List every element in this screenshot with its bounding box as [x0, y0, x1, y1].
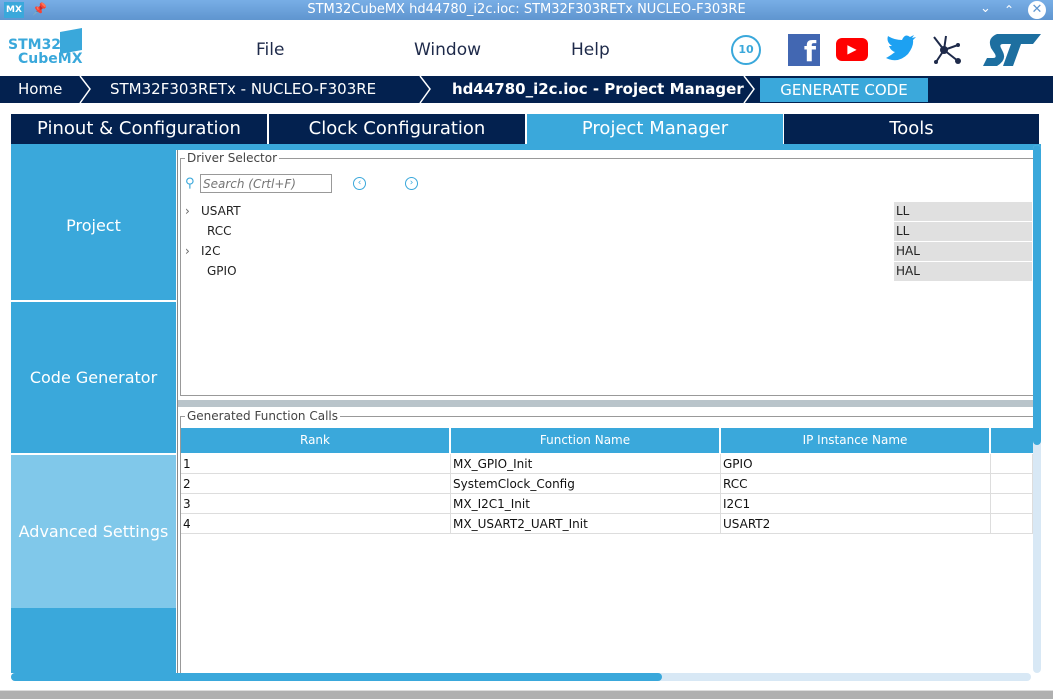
column-header-instance[interactable]: IP Instance Name [721, 428, 991, 453]
breadcrumb-project[interactable]: hd44780_i2c.ioc - Project Manager [452, 76, 744, 103]
table-cell: 3 [181, 494, 451, 514]
table-cell: MX_GPIO_Init [451, 454, 721, 474]
tab-clock[interactable]: Clock Configuration [269, 114, 526, 144]
table-cell: SystemClock_Config [451, 474, 721, 494]
menu-file[interactable]: File [256, 40, 284, 60]
table-cell: MX_I2C1_Init [451, 494, 721, 514]
next-icon[interactable]: › [405, 177, 418, 190]
anniversary-badge-icon[interactable]: 10 [731, 35, 761, 65]
generate-code-button[interactable]: GENERATE CODE [760, 78, 928, 102]
table-cell: USART2 [721, 514, 991, 534]
tab-pinout[interactable]: Pinout & Configuration [11, 114, 268, 144]
table-cell: I2C1 [721, 494, 991, 514]
table-cell: MX_USART2_UART_Init [451, 514, 721, 534]
sidebar-item-advanced-settings[interactable]: Advanced Settings [11, 455, 176, 608]
table-cell-empty [991, 454, 1033, 474]
table-cell-empty [991, 474, 1033, 494]
window-title: STM32CubeMX hd44780_i2c.ioc: STM32F303RE… [307, 2, 746, 17]
table-cell-empty [991, 514, 1033, 534]
sidebar-item-project[interactable]: Project [11, 150, 176, 300]
logo-line2: CubeMX [18, 51, 83, 67]
column-header-function[interactable]: Function Name [451, 428, 721, 453]
search-input[interactable] [200, 174, 332, 193]
search-icon: ⚲ [185, 176, 195, 191]
title-bar: STM32CubeMX hd44780_i2c.ioc: STM32F303RE… [0, 0, 1053, 20]
chevron-right-icon [743, 76, 755, 103]
table-cell: RCC [721, 474, 991, 494]
table-cell: GPIO [721, 454, 991, 474]
table-cell: 2 [181, 474, 451, 494]
pin-icon[interactable]: 📌 [32, 2, 47, 16]
chevron-right-icon [419, 76, 431, 103]
tab-project-manager[interactable]: Project Manager [527, 114, 784, 144]
maximize-button[interactable]: ⌃ [1004, 3, 1014, 17]
expand-chevron-icon[interactable]: › [185, 201, 190, 221]
driver-select[interactable]: LL [894, 202, 1032, 221]
sidebar-filler [11, 608, 176, 673]
divider [177, 150, 178, 673]
st-logo-icon[interactable] [983, 34, 1041, 66]
menu-help[interactable]: Help [571, 40, 610, 60]
twitter-icon[interactable] [884, 34, 916, 64]
driver-select[interactable]: HAL [894, 262, 1032, 281]
breadcrumb-home[interactable]: Home [18, 76, 62, 103]
driver-select[interactable]: HAL [894, 242, 1032, 261]
tab-tools[interactable]: Tools [784, 114, 1040, 144]
chevron-right-icon [79, 76, 91, 103]
cube-icon [60, 28, 82, 54]
vertical-scrollbar-thumb[interactable] [1033, 145, 1041, 445]
network-icon[interactable] [930, 34, 964, 66]
function-calls-title: Generated Function Calls [185, 409, 340, 423]
driver-row-name: GPIO [207, 264, 237, 278]
menu-window[interactable]: Window [414, 40, 481, 60]
horizontal-scrollbar-thumb[interactable] [11, 673, 662, 681]
close-button[interactable]: ✕ [1028, 1, 1046, 19]
driver-select[interactable]: LL [894, 222, 1032, 241]
driver-row-name: RCC [207, 224, 232, 238]
table-cell: 4 [181, 514, 451, 534]
previous-icon[interactable]: ‹ [353, 177, 366, 190]
app-icon: MX [4, 2, 24, 18]
status-bar [0, 690, 1053, 699]
column-header-rank[interactable]: Rank [181, 428, 451, 453]
sidebar-item-code-generator[interactable]: Code Generator [11, 302, 176, 453]
facebook-icon[interactable]: f [788, 34, 820, 68]
youtube-icon[interactable]: ▶ [836, 38, 868, 61]
table-cell: 1 [181, 454, 451, 474]
splitter[interactable] [178, 400, 1033, 407]
minimize-button[interactable]: ⌄ [980, 1, 991, 16]
expand-chevron-icon[interactable]: › [185, 241, 190, 261]
breadcrumb-device[interactable]: STM32F303RETx - NUCLEO-F303RE [110, 76, 376, 103]
driver-selector-title: Driver Selector [185, 151, 280, 165]
driver-row-name: USART [201, 204, 241, 218]
table-cell-empty [991, 494, 1033, 514]
column-header-extra [991, 428, 1033, 453]
driver-row-name: I2C [201, 244, 221, 258]
